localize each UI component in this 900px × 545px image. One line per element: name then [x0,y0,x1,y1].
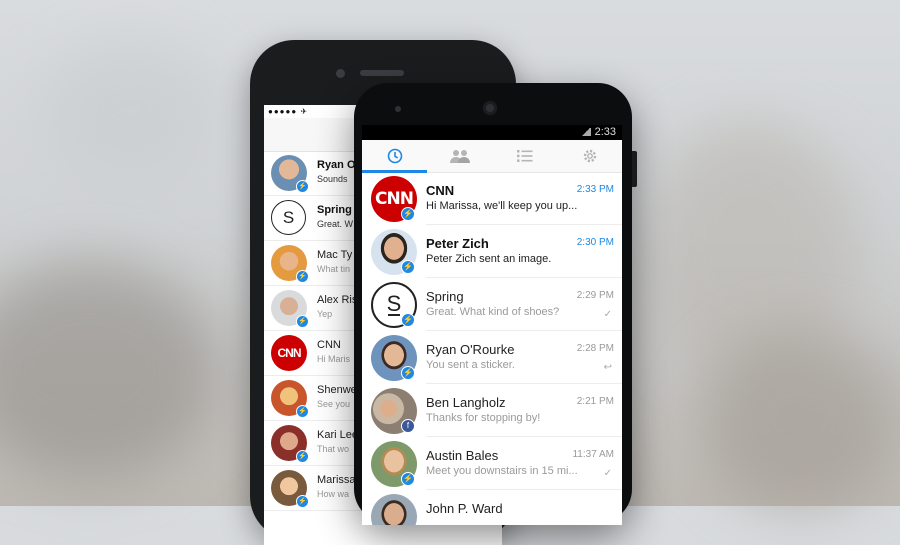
message-preview: That wo [317,444,350,454]
tab-settings[interactable] [557,140,622,172]
message-preview: Great. What kind of shoes? [426,306,560,318]
reply-icon: ↩ [603,362,612,373]
facebook-icon: f [401,419,415,433]
iphone-camera [336,69,345,78]
messenger-icon: ⚡ [401,472,415,486]
messenger-icon: ⚡ [401,260,415,274]
message-preview: See you [317,399,351,409]
contact-name: Marissa [317,474,356,486]
message-time: 2:30 PM [576,237,614,248]
messenger-icon: ⚡ [296,180,309,193]
contact-name: CNN [317,339,341,351]
android-device: 2:33 CNN ⚡ CNN Hi Marissa, we'll keep yo… [354,83,637,525]
background-blur [40,40,220,180]
messenger-icon: ⚡ [296,495,309,508]
conversation-row[interactable]: CNN ⚡ CNN Hi Marissa, we'll keep you up.… [362,173,622,225]
messenger-icon: ⚡ [296,270,309,283]
divider [426,383,622,384]
message-preview: Hi Maris [317,354,350,364]
background-blur [700,330,900,510]
messenger-icon: ⚡ [296,405,309,418]
sent-check-icon: ✓ [603,309,612,320]
contact-name: Kari Lee [317,429,358,441]
status-time: 2:33 [594,126,616,138]
messenger-icon: ⚡ [296,450,309,463]
messenger-icon: ⚡ [401,207,415,221]
message-time: 2:28 PM [576,343,614,354]
list-icon [516,150,532,162]
spring-logo-icon: S [271,200,306,235]
message-preview: How wa [317,489,350,499]
background-blur [0,260,220,480]
iphone-speaker [360,70,404,76]
tab-groups[interactable] [427,140,492,172]
avatar [371,494,417,525]
people-icon [449,150,470,163]
signal-icon [580,128,591,137]
divider [426,436,622,437]
message-preview: Peter Zich sent an image. [426,253,552,265]
contact-name: Shenwe [317,384,357,396]
contact-name: Ben Langholz [426,395,506,410]
message-preview: Thanks for stopping by! [426,412,541,424]
conversation-row[interactable]: ⚡ Austin Bales Meet you downstairs in 15… [362,438,622,490]
cnn-logo-icon: CNN [271,335,307,371]
divider [426,224,622,225]
message-preview: What tin [317,264,351,274]
message-preview: Hi Marissa, we'll keep you up... [426,200,578,212]
contact-name: Austin Bales [426,448,499,463]
divider [426,277,622,278]
contact-name: John P. Ward [426,501,503,516]
sent-check-icon: ✓ [603,468,612,479]
contact-name: Peter Zich [426,236,489,251]
messenger-icon: ⚡ [296,315,309,328]
message-time: 2:33 PM [576,184,614,195]
conversation-row[interactable]: ⚡ Ryan O'Rourke You sent a sticker. 2:28… [362,332,622,384]
message-time: 2:21 PM [576,396,614,407]
messenger-icon: ⚡ [401,366,415,380]
tab-people[interactable] [492,140,557,172]
message-preview: You sent a sticker. [426,359,515,371]
messenger-icon: ⚡ [401,313,415,327]
contact-name: CNN [426,183,455,198]
conversation-row[interactable]: ⚡ Peter Zich Peter Zich sent an image. 2… [362,226,622,278]
tab-recent[interactable] [362,140,427,173]
android-screen: 2:33 CNN ⚡ CNN Hi Marissa, we'll keep yo… [362,125,622,525]
contact-name: Alex Ris [317,294,358,306]
android-sensor [395,106,401,112]
conversation-row[interactable]: S ⚡ Spring Great. What kind of shoes? 2:… [362,279,622,331]
message-preview: Yep [317,309,333,319]
clock-icon [387,148,402,164]
message-time: 2:29 PM [576,290,614,301]
conversation-row[interactable]: f Ben Langholz Thanks for stopping by! 2… [362,385,622,437]
conversation-row[interactable]: John P. Ward [362,491,622,525]
contact-name: Spring [426,289,464,304]
contact-name: Ryan O'Rourke [426,342,515,357]
divider [426,330,622,331]
message-preview: Meet you downstairs in 15 mi... [426,465,578,477]
message-time: 11:37 AM [572,449,614,460]
power-button [632,151,637,187]
divider [426,489,622,490]
contact-name: Ryan O [317,159,356,171]
contact-name: Spring [317,204,352,216]
android-status-bar: 2:33 [362,125,622,140]
message-preview: Sounds [317,174,348,184]
contact-name: Mac Ty [317,249,353,261]
message-preview: Great. W [317,219,354,229]
gear-icon [583,149,596,163]
android-camera [483,101,497,115]
tab-bar [362,140,622,173]
